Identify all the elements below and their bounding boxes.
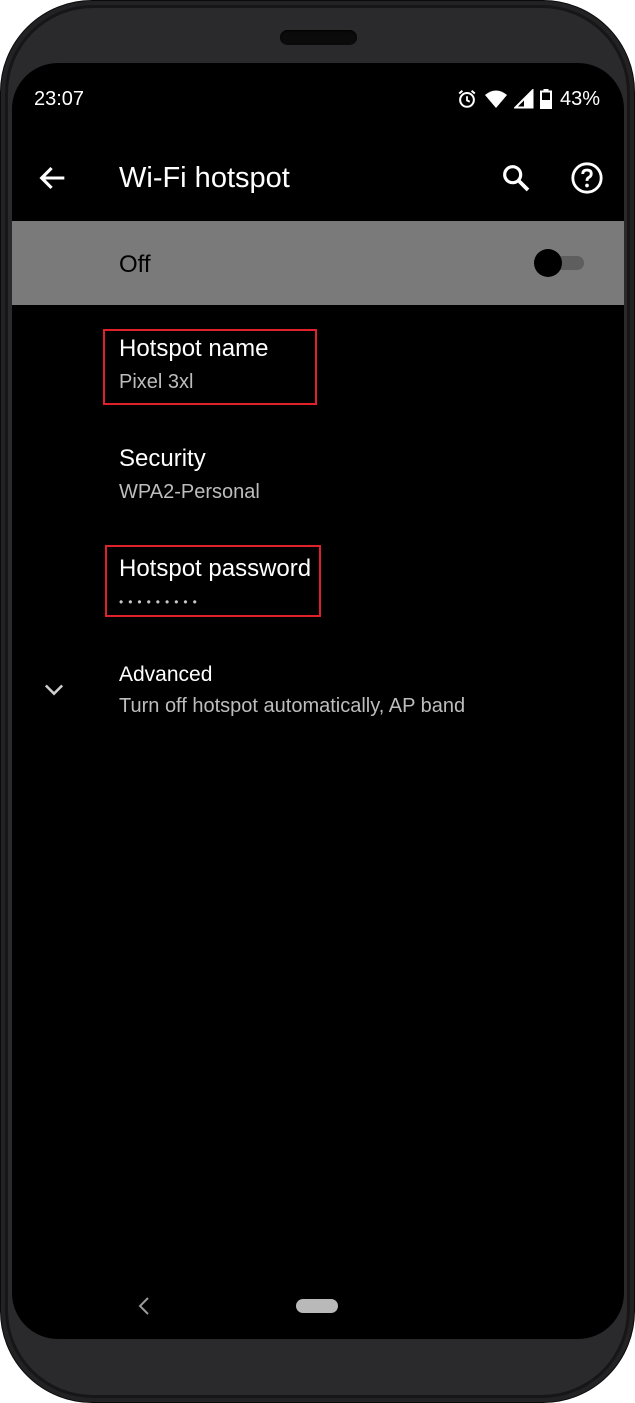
highlight-box-hotspot-name [103, 329, 317, 405]
battery-percent: 43% [559, 87, 600, 110]
hotspot-toggle-row[interactable]: Off [12, 221, 624, 305]
battery-icon [539, 89, 552, 109]
setting-title: Security [119, 445, 206, 472]
back-arrow-icon[interactable] [36, 161, 70, 195]
status-icons: 43% [456, 87, 600, 111]
earpiece-speaker [280, 30, 357, 45]
screen: 23:07 43% Wi-Fi hotspot Off Hotspot name… [12, 63, 624, 1339]
phone-frame: 23:07 43% Wi-Fi hotspot Off Hotspot name… [0, 0, 635, 1403]
nav-home-pill[interactable] [296, 1299, 338, 1313]
setting-title: Advanced [119, 663, 213, 686]
page-title: Wi-Fi hotspot [119, 162, 290, 194]
setting-summary: Turn off hotspot automatically, AP band [119, 695, 466, 717]
highlight-box-hotspot-password [105, 545, 321, 617]
alarm-icon [458, 89, 476, 108]
setting-summary: WPA2-Personal [119, 481, 260, 503]
wifi-icon [484, 90, 507, 108]
help-icon[interactable] [570, 161, 604, 195]
signal-icon [513, 89, 534, 109]
search-icon[interactable] [500, 162, 532, 194]
chevron-down-icon[interactable] [40, 675, 68, 703]
hotspot-switch[interactable] [534, 249, 584, 277]
status-time: 23:07 [34, 88, 85, 110]
setting-security[interactable]: Security WPA2-Personal [119, 445, 260, 504]
nav-back-icon[interactable] [135, 1295, 153, 1317]
toggle-label: Off [119, 251, 151, 278]
setting-advanced[interactable]: Advanced Turn off hotspot automatically,… [119, 663, 465, 718]
switch-thumb [534, 249, 562, 277]
